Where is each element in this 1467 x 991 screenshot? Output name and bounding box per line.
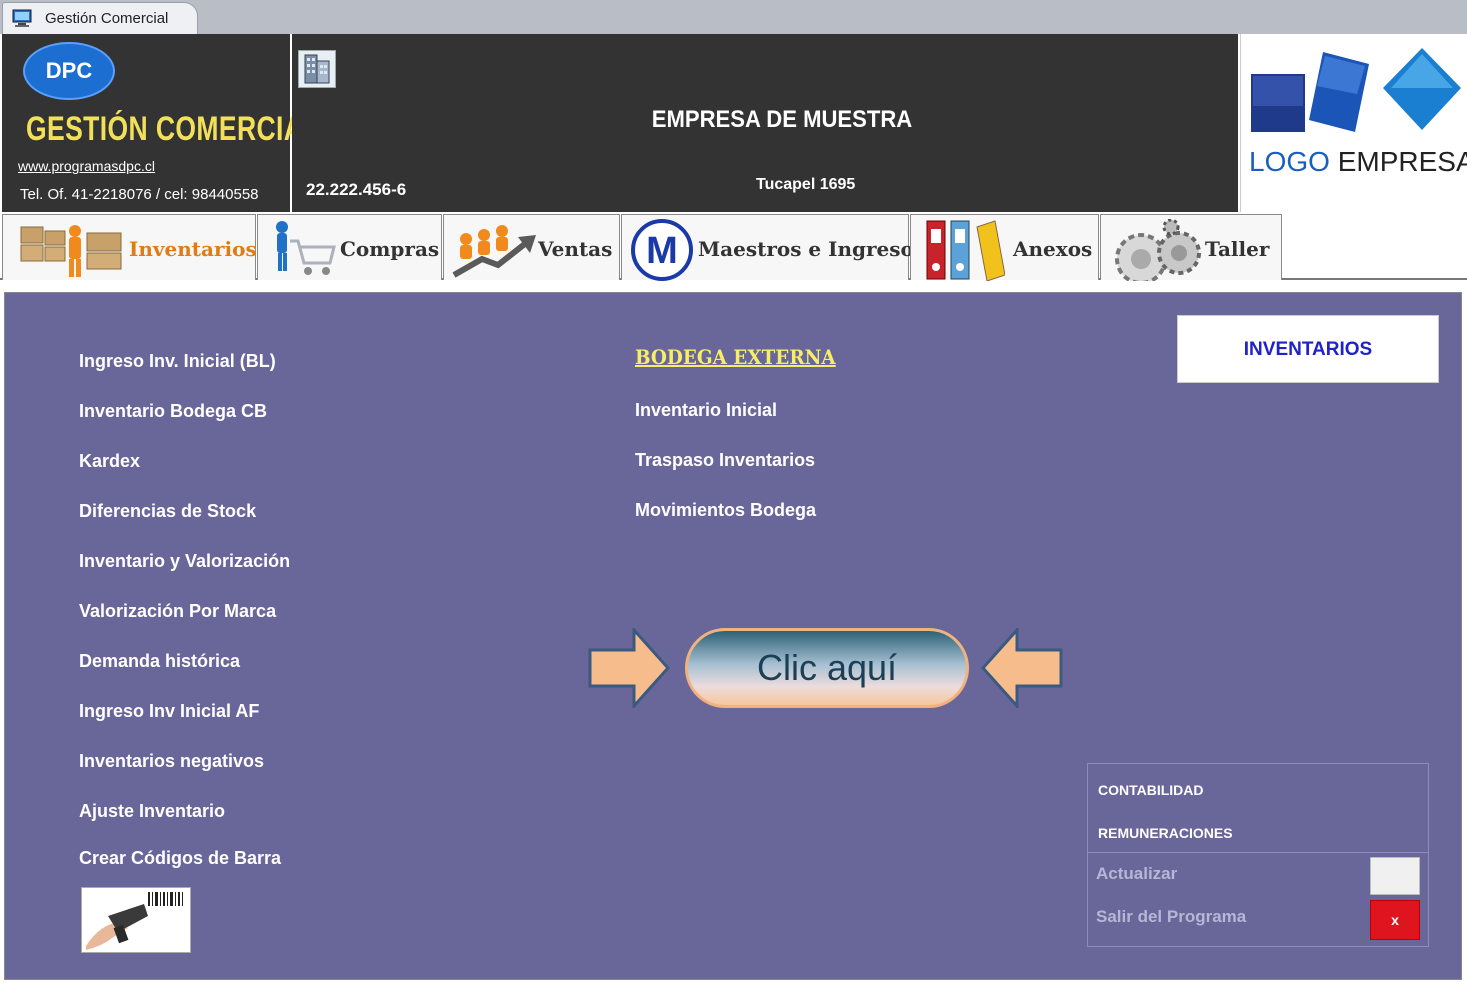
menu-ingreso-inv-inicial-bl[interactable]: Ingreso Inv. Inicial (BL) xyxy=(79,351,276,372)
module-tabs: Inventarios Compras Ventas M Maestros e … xyxy=(0,214,1467,281)
bodega-externa-title[interactable]: BODEGA EXTERNA xyxy=(635,345,836,369)
menu-kardex[interactable]: Kardex xyxy=(79,451,140,472)
computer-icon xyxy=(12,9,32,27)
app-header: DPC GESTIÓN COMERCIAL www.programasdpc.c… xyxy=(0,34,1467,212)
menu-ajuste-inventario[interactable]: Ajuste Inventario xyxy=(79,801,225,822)
side-panel-divider xyxy=(1088,852,1428,853)
building-icon[interactable] xyxy=(298,50,336,88)
logo-diamonds-icon xyxy=(1251,48,1461,132)
menu-traspaso-inventarios[interactable]: Traspaso Inventarios xyxy=(635,450,815,471)
brand-website-link[interactable]: www.programasdpc.cl xyxy=(18,158,155,174)
company-logo: LOGO EMPRESA xyxy=(1240,34,1467,212)
dpc-logo: DPC xyxy=(23,42,115,100)
sales-growth-icon xyxy=(452,225,536,278)
tab-inventarios[interactable]: Inventarios xyxy=(2,214,257,280)
tab-compras[interactable]: Compras xyxy=(257,214,442,280)
tab-ventas-label: Ventas xyxy=(538,237,613,261)
shopping-cart-icon xyxy=(276,221,336,275)
menu-valorizacion-por-marca[interactable]: Valorización Por Marca xyxy=(79,601,276,622)
actualizar-button[interactable] xyxy=(1370,857,1420,895)
company-rut: 22.222.456-6 xyxy=(306,180,407,199)
tab-maestros-label: Maestros e Ingresos xyxy=(698,237,926,261)
menu-inventario-inicial[interactable]: Inventario Inicial xyxy=(635,400,777,421)
menu-movimientos-bodega[interactable]: Movimientos Bodega xyxy=(635,500,816,521)
tab-maestros[interactable]: M Maestros e Ingresos xyxy=(621,214,925,281)
document-tab[interactable]: Gestión Comercial xyxy=(2,2,198,34)
tab-anexos[interactable]: Anexos xyxy=(910,214,1099,281)
menu-ingreso-inv-inicial-af[interactable]: Ingreso Inv Inicial AF xyxy=(79,701,259,722)
menu-demanda-historica[interactable]: Demanda histórica xyxy=(79,651,240,672)
document-tab-label: Gestión Comercial xyxy=(45,10,169,27)
side-panel: CONTABILIDAD REMUNERACIONES Actualizar S… xyxy=(1087,763,1429,947)
arrow-left-icon xyxy=(981,628,1063,708)
section-title-badge: INVENTARIOS xyxy=(1177,315,1439,383)
tab-taller[interactable]: Taller xyxy=(1100,214,1282,281)
menu-inventario-y-valorizacion[interactable]: Inventario y Valorización xyxy=(79,551,290,572)
remuneraciones-link[interactable]: REMUNERACIONES xyxy=(1098,825,1233,841)
salir-button[interactable]: x xyxy=(1370,900,1420,940)
contabilidad-link[interactable]: CONTABILIDAD xyxy=(1098,782,1204,798)
tab-compras-label: Compras xyxy=(340,237,440,261)
company-name: EMPRESA DE MUESTRA xyxy=(651,106,913,133)
gears-icon xyxy=(1115,219,1201,281)
menu-diferencias-de-stock[interactable]: Diferencias de Stock xyxy=(79,501,256,522)
logo-word-1: LOGO xyxy=(1249,146,1330,177)
main-panel: Ingreso Inv. Inicial (BL) Inventario Bod… xyxy=(4,292,1462,980)
company-block: EMPRESA DE MUESTRA 22.222.456-6 Tucapel … xyxy=(292,34,1238,212)
menu-inventarios-negativos[interactable]: Inventarios negativos xyxy=(79,751,264,772)
brand-phone: Tel. Of. 41-2218076 / cel: 98440558 xyxy=(20,186,259,203)
menu-inventario-bodega-cb[interactable]: Inventario Bodega CB xyxy=(79,401,267,422)
svg-text:M: M xyxy=(646,230,678,272)
window-titlebar: Gestión Comercial xyxy=(0,0,1467,34)
brand-block: DPC GESTIÓN COMERCIAL www.programasdpc.c… xyxy=(2,34,320,212)
tab-ventas[interactable]: Ventas xyxy=(443,214,620,280)
arrow-right-icon xyxy=(588,628,670,708)
company-address: Tucapel 1695 xyxy=(756,176,856,193)
menu-crear-codigos-de-barra[interactable]: Crear Códigos de Barra xyxy=(79,848,281,869)
logo-word-2: EMPRESA xyxy=(1337,146,1467,177)
actualizar-label: Actualizar xyxy=(1096,864,1178,883)
tab-anexos-label: Anexos xyxy=(1013,237,1093,261)
tab-taller-label: Taller xyxy=(1205,237,1270,261)
binders-icon xyxy=(926,220,1005,281)
barcode-scanner-icon[interactable] xyxy=(81,887,191,953)
clic-aqui-button[interactable]: Clic aquí xyxy=(685,628,969,708)
brand-title: GESTIÓN COMERCIAL xyxy=(26,110,320,148)
logo-text: LOGO EMPRESA xyxy=(1249,146,1467,178)
letter-m-circle-icon: M xyxy=(631,219,693,281)
tab-inventarios-label: Inventarios xyxy=(129,237,257,261)
worker-boxes-icon xyxy=(20,225,122,277)
salir-label: Salir del Programa xyxy=(1096,907,1247,926)
